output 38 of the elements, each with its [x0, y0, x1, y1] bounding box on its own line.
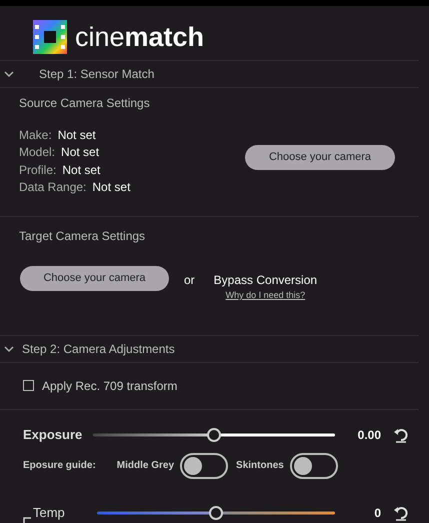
guide-label: Eposure guide:: [23, 459, 96, 473]
field-label: Data Range:: [19, 179, 86, 196]
field-label: Profile:: [19, 162, 56, 179]
field-label: Make:: [19, 126, 52, 144]
logo-icon: [33, 20, 67, 54]
choose-camera-button[interactable]: Choose your camera: [20, 266, 169, 291]
field-label: Model:: [19, 144, 56, 162]
toggle-switch[interactable]: [290, 452, 338, 478]
checkbox[interactable]: [23, 380, 34, 391]
slider-label: Exposure: [23, 426, 81, 444]
field-value: Not set: [58, 126, 96, 144]
field-value: Not set: [92, 179, 130, 196]
section-heading: Target Camera Settings: [18, 228, 146, 245]
checkbox-label: Apply Rec. 709 transform: [42, 378, 178, 394]
toggle-label: Skintones: [236, 459, 284, 473]
or-text: or: [184, 272, 195, 289]
field-value: Not set: [62, 162, 100, 179]
toggle-label: Middle Grey: [116, 459, 174, 473]
section-title[interactable]: Step 1: Sensor Match: [39, 65, 154, 83]
logo-text: cinematch: [75, 24, 204, 50]
choose-camera-button[interactable]: Choose your camera: [245, 144, 395, 170]
slider[interactable]: [93, 428, 335, 442]
bypass-conversion-link[interactable]: Bypass Conversion: [214, 271, 318, 289]
section-heading: Source Camera Settings: [18, 95, 150, 112]
reset-icon[interactable]: [393, 504, 409, 520]
slider[interactable]: [97, 506, 335, 520]
slider-thumb[interactable]: [209, 506, 223, 520]
chevron-icon[interactable]: [4, 69, 14, 79]
reset-icon[interactable]: [393, 426, 409, 442]
help-link[interactable]: Why do I need this?: [226, 289, 306, 302]
slider-label: Temp: [33, 504, 66, 522]
slider-value: 0: [373, 504, 381, 522]
field-value: Not set: [61, 144, 100, 162]
chevron-icon[interactable]: [4, 344, 14, 354]
toggle-switch[interactable]: [180, 452, 228, 478]
slider-thumb[interactable]: [207, 428, 221, 442]
section-title[interactable]: Step 2: Camera Adjustments: [22, 340, 175, 358]
slider-value: 0.00: [356, 426, 381, 444]
